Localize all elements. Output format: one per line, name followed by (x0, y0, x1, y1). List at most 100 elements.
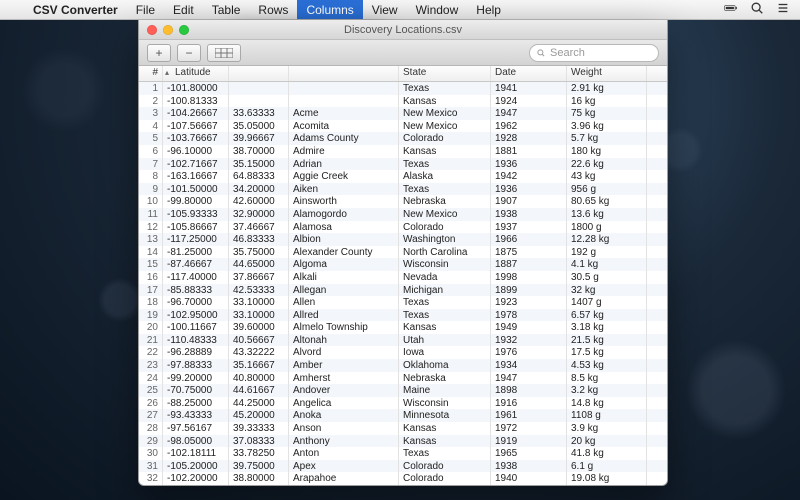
battery-icon[interactable] (724, 1, 738, 18)
cell-name: Allen (289, 296, 399, 309)
table-row[interactable]: 31-105.2000039.75000ApexColorado19386.1 … (139, 460, 667, 473)
table-row[interactable]: 21-110.4833340.56667AltonahUtah193221.5 … (139, 334, 667, 347)
menu-edit[interactable]: Edit (164, 0, 203, 19)
table-row[interactable]: 24-99.2000040.80000AmherstNebraska19478.… (139, 372, 667, 385)
cell-date: 1998 (491, 271, 567, 284)
cell-weight: 30.5 g (567, 271, 647, 284)
spotlight-icon[interactable] (750, 1, 764, 18)
cell-date: 1934 (491, 359, 567, 372)
table-row[interactable]: 9-101.5000034.20000AikenTexas1936956 g (139, 183, 667, 196)
menu-window[interactable]: Window (407, 0, 468, 19)
cell-name: Alkali (289, 271, 399, 284)
cell-longitude: -88.25000 (163, 397, 229, 410)
cell-index: 22 (139, 346, 163, 359)
table-row[interactable]: 14-81.2500035.75000Alexander CountyNorth… (139, 246, 667, 259)
close-button[interactable] (147, 25, 157, 35)
col-latitude[interactable]: Latitude (163, 66, 229, 81)
col-blank2[interactable] (289, 66, 399, 81)
zoom-button[interactable] (179, 25, 189, 35)
cell-latitude: 35.05000 (229, 120, 289, 133)
col-state[interactable]: State (399, 66, 491, 81)
table-header[interactable]: # Latitude State Date Weight (139, 66, 667, 82)
menu-help[interactable]: Help (467, 0, 510, 19)
table-row[interactable]: 5-103.7666739.96667Adams CountyColorado1… (139, 132, 667, 145)
table-row[interactable]: 19-102.9500033.10000AllredTexas19786.57 … (139, 309, 667, 322)
table-body[interactable]: 1-101.80000Texas19412.91 kg2-100.81333Ka… (139, 82, 667, 485)
col-blank1[interactable] (229, 66, 289, 81)
cell-date: 1966 (491, 233, 567, 246)
cell-weight: 3.9 kg (567, 422, 647, 435)
table-row[interactable]: 15-87.4666744.65000AlgomaWisconsin18874.… (139, 258, 667, 271)
menu-rows[interactable]: Rows (249, 0, 297, 19)
cell-index: 28 (139, 422, 163, 435)
menu-table[interactable]: Table (203, 0, 250, 19)
cell-state: Kansas (399, 145, 491, 158)
cell-weight: 43 kg (567, 170, 647, 183)
remove-row-button[interactable]: − (177, 44, 201, 62)
table-row[interactable]: 3-104.2666733.63333AcmeNew Mexico194775 … (139, 107, 667, 120)
cell-latitude: 33.10000 (229, 309, 289, 322)
cell-longitude: -85.88333 (163, 284, 229, 297)
cell-state: Wisconsin (399, 258, 491, 271)
table-row[interactable]: 17-85.8833342.53333AlleganMichigan189932… (139, 284, 667, 297)
table-row[interactable]: 23-97.8833335.16667AmberOklahoma19344.53… (139, 359, 667, 372)
cell-date: 1932 (491, 334, 567, 347)
cell-longitude: -105.86667 (163, 221, 229, 234)
col-date[interactable]: Date (491, 66, 567, 81)
menu-app[interactable]: CSV Converter (24, 0, 127, 19)
table-row[interactable]: 32-102.2000038.80000ArapahoeColorado1940… (139, 472, 667, 485)
table-row[interactable]: 10-99.8000042.60000AinsworthNebraska1907… (139, 195, 667, 208)
col-weight[interactable]: Weight (567, 66, 647, 81)
minimize-button[interactable] (163, 25, 173, 35)
table-row[interactable]: 6-96.1000038.70000AdmireKansas1881180 kg (139, 145, 667, 158)
cell-latitude: 33.10000 (229, 296, 289, 309)
table-row[interactable]: 4-107.5666735.05000AcomitaNew Mexico1962… (139, 120, 667, 133)
table-row[interactable]: 16-117.4000037.86667AlkaliNevada199830.5… (139, 271, 667, 284)
table-row[interactable]: 8-163.1666764.88333Aggie CreekAlaska1942… (139, 170, 667, 183)
cell-index: 11 (139, 208, 163, 221)
table-row[interactable]: 2-100.81333Kansas192416 kg (139, 95, 667, 108)
cell-name: Anthony (289, 435, 399, 448)
table-row[interactable]: 20-100.1166739.60000Almelo TownshipKansa… (139, 321, 667, 334)
cell-longitude: -110.48333 (163, 334, 229, 347)
table-row[interactable]: 22-96.2888943.32222AlvordIowa197617.5 kg (139, 346, 667, 359)
table-row[interactable]: 13-117.2500046.83333AlbionWashington1966… (139, 233, 667, 246)
table-row[interactable]: 18-96.7000033.10000AllenTexas19231407 g (139, 296, 667, 309)
table-row[interactable]: 28-97.5616739.33333AnsonKansas19723.9 kg (139, 422, 667, 435)
title-bar[interactable]: Discovery Locations.csv (139, 20, 667, 40)
menu-columns[interactable]: Columns (297, 0, 362, 19)
notification-center-icon[interactable] (776, 1, 790, 18)
cell-state: Wisconsin (399, 397, 491, 410)
col-index[interactable]: # (139, 66, 163, 81)
cell-index: 10 (139, 195, 163, 208)
cell-name: Aggie Creek (289, 170, 399, 183)
table-row[interactable]: 26-88.2500044.25000AngelicaWisconsin1916… (139, 397, 667, 410)
cell-longitude: -105.20000 (163, 460, 229, 473)
cell-name (289, 95, 399, 108)
table-row[interactable]: 12-105.8666737.46667AlamosaColorado19371… (139, 221, 667, 234)
table-row[interactable]: 1-101.80000Texas19412.91 kg (139, 82, 667, 95)
search-field[interactable]: Search (529, 44, 659, 62)
cell-date: 1936 (491, 183, 567, 196)
cell-longitude: -96.10000 (163, 145, 229, 158)
cell-weight: 6.57 kg (567, 309, 647, 322)
menu-file[interactable]: File (127, 0, 164, 19)
table-row[interactable]: 25-70.7500044.61667AndoverMaine18983.2 k… (139, 384, 667, 397)
cell-name: Anton (289, 447, 399, 460)
cell-state: New Mexico (399, 107, 491, 120)
add-row-button[interactable]: + (147, 44, 171, 62)
cell-index: 26 (139, 397, 163, 410)
menu-view[interactable]: View (363, 0, 407, 19)
cell-longitude: -102.71667 (163, 158, 229, 171)
table-row[interactable]: 7-102.7166735.15000AdrianTexas193622.6 k… (139, 158, 667, 171)
table-row[interactable]: 11-105.9333332.90000AlamogordoNew Mexico… (139, 208, 667, 221)
menu-bar: CSV Converter File Edit Table Rows Colum… (0, 0, 800, 20)
cell-weight: 2.91 kg (567, 82, 647, 95)
cell-latitude: 39.96667 (229, 132, 289, 145)
view-toggle-button[interactable] (207, 44, 241, 62)
cell-state: Kansas (399, 422, 491, 435)
table-row[interactable]: 29-98.0500037.08333AnthonyKansas191920 k… (139, 435, 667, 448)
table-row[interactable]: 30-102.1811133.78250AntonTexas196541.8 k… (139, 447, 667, 460)
table-row[interactable]: 27-93.4333345.20000AnokaMinnesota1961110… (139, 409, 667, 422)
cell-name: Alvord (289, 346, 399, 359)
